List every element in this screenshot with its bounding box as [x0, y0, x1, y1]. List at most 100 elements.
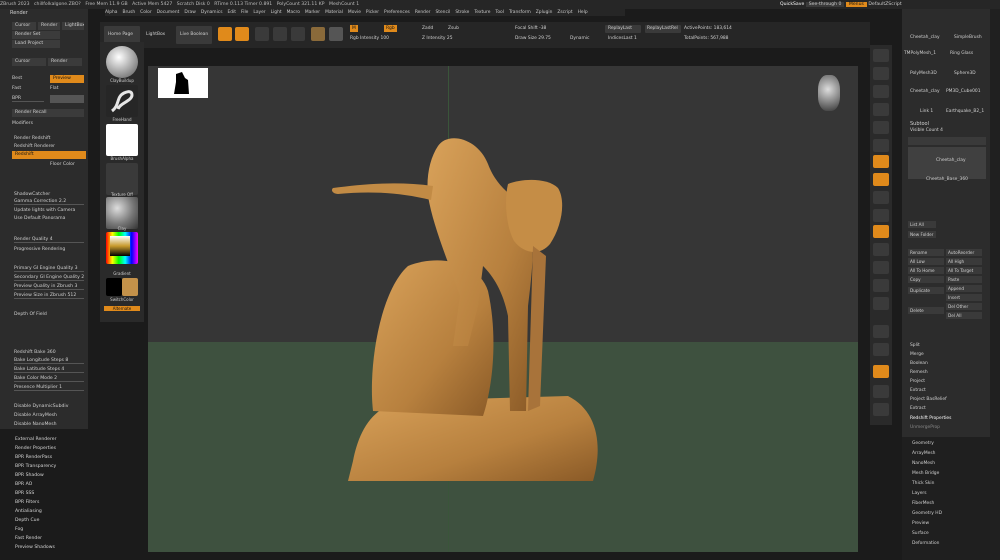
- list-item[interactable]: BPR AO: [15, 482, 32, 487]
- menu-movie[interactable]: Movie: [348, 10, 361, 15]
- alternate-button[interactable]: Alternate: [104, 306, 140, 311]
- rgb-intensity-slider[interactable]: Rgb Intensity 100: [350, 35, 389, 42]
- list-item[interactable]: Preview Shadows: [15, 545, 55, 550]
- menu-macro[interactable]: Macro: [287, 10, 300, 15]
- tool-thumb-label[interactable]: PolyMesh3D: [910, 71, 937, 76]
- deformation-subpalette[interactable]: Deformation: [912, 541, 939, 546]
- load-project-button[interactable]: Load Project: [12, 40, 60, 48]
- menu-color[interactable]: Color: [140, 10, 151, 15]
- color-icon[interactable]: [329, 27, 343, 41]
- zsub-button[interactable]: Zsub: [448, 25, 459, 32]
- actual-icon[interactable]: [873, 121, 889, 134]
- fibermesh-subpalette[interactable]: FiberMesh: [912, 501, 934, 506]
- menu-file[interactable]: File: [241, 10, 248, 15]
- lsym-icon[interactable]: [873, 209, 889, 222]
- z-intensity-slider[interactable]: Z Intensity 25: [422, 35, 453, 42]
- menu-zscript[interactable]: Zscript: [557, 10, 572, 15]
- bpr-icon[interactable]: [873, 49, 889, 62]
- solo-icon[interactable]: [873, 365, 889, 378]
- subtool-item[interactable]: Cheetah_Base_360: [926, 177, 968, 182]
- arraymesh-subpalette[interactable]: ArrayMesh: [912, 451, 935, 456]
- default-panorama-toggle[interactable]: Use Default Panorama: [14, 215, 65, 222]
- rotate-view-icon[interactable]: [873, 297, 889, 310]
- menu-layer[interactable]: Layer: [253, 10, 265, 15]
- render-redshift-item[interactable]: Render Redshift: [14, 135, 50, 142]
- alpha-icon[interactable]: [106, 124, 138, 156]
- preview-button[interactable]: Preview: [50, 75, 84, 83]
- bpr-preview[interactable]: [50, 95, 84, 103]
- cheetah-sculpture[interactable]: [148, 66, 858, 552]
- autoreorder-button[interactable]: AutoReorder: [946, 249, 982, 256]
- bpr-slider[interactable]: BPR: [10, 95, 46, 102]
- project-section[interactable]: Project: [910, 379, 925, 384]
- live-boolean-button[interactable]: Live Boolean: [180, 30, 208, 40]
- scroll-icon[interactable]: [873, 85, 889, 98]
- new-folder-button[interactable]: New Folder: [908, 231, 936, 238]
- transp-icon[interactable]: [873, 343, 889, 356]
- menu-stroke[interactable]: Stroke: [455, 10, 469, 15]
- merge-section[interactable]: Merge: [910, 352, 924, 357]
- surface-subpalette[interactable]: Surface: [912, 531, 929, 536]
- move-icon[interactable]: [255, 27, 269, 41]
- floor-icon[interactable]: [873, 173, 889, 186]
- depth-of-field-label[interactable]: Depth Of Field: [14, 311, 47, 318]
- render-set-button[interactable]: Render Set: [12, 31, 60, 39]
- geometry-subpalette[interactable]: Geometry: [912, 441, 934, 446]
- all-to-target-button[interactable]: All To Target: [946, 267, 982, 274]
- delete-button[interactable]: Delete: [908, 307, 944, 314]
- focal-shift-slider[interactable]: Focal Shift -38: [515, 25, 546, 32]
- menu-render[interactable]: Render: [415, 10, 431, 15]
- primary-gi-slider[interactable]: Primary GI Engine Quality 3: [12, 265, 86, 272]
- zscript-label[interactable]: DefaultZScript: [868, 2, 901, 7]
- tool-thumb-label[interactable]: Ring Glass: [950, 51, 973, 56]
- main-color-swatch[interactable]: [106, 278, 122, 296]
- gamma-slider[interactable]: Gamma Correction 2.2: [12, 198, 86, 205]
- disable-arraymesh-toggle[interactable]: Disable ArrayMesh: [14, 412, 57, 419]
- indices-last-slider[interactable]: IndicesLast 1: [608, 35, 637, 42]
- menu-document[interactable]: Document: [157, 10, 180, 15]
- list-item[interactable]: BPR RenderPass: [15, 455, 52, 460]
- spix-icon[interactable]: [873, 67, 889, 80]
- extract-section-2[interactable]: Extract: [910, 406, 926, 411]
- tool-thumb-label[interactable]: Cheetah_clay: [910, 35, 940, 40]
- list-item[interactable]: Fast Render: [15, 536, 42, 541]
- document-canvas[interactable]: [148, 66, 858, 552]
- right-scrollbar[interactable]: [990, 9, 1000, 560]
- aahalf-icon[interactable]: [873, 139, 889, 152]
- redshift-properties-section[interactable]: Redshift Properties: [910, 416, 951, 421]
- insert-button[interactable]: Insert: [946, 294, 982, 301]
- bake-latitude-slider[interactable]: Bake Latitude Steps 4: [12, 366, 86, 373]
- stroke-freehand-icon[interactable]: [106, 85, 138, 117]
- all-to-home-button[interactable]: All To Home: [908, 267, 944, 274]
- edit-icon[interactable]: [218, 27, 232, 41]
- menu-alpha[interactable]: Alpha: [105, 10, 117, 15]
- xyz-icon[interactable]: [873, 225, 889, 238]
- unmerge-prop-section[interactable]: UnmergeProp: [910, 425, 940, 430]
- zadd-button[interactable]: Zadd: [422, 25, 433, 32]
- menu-edit[interactable]: Edit: [228, 10, 237, 15]
- menu-marker[interactable]: Marker: [305, 10, 320, 15]
- del-other-button[interactable]: Del Other: [946, 303, 982, 310]
- see-through-slider[interactable]: See-through 0: [805, 2, 845, 7]
- menu-preferences[interactable]: Preferences: [384, 10, 410, 15]
- color-picker-icon[interactable]: [106, 232, 138, 264]
- render-go-button[interactable]: Render: [48, 58, 82, 66]
- tool-thumb-label[interactable]: Cheetah_clay: [910, 89, 940, 94]
- menu-transform[interactable]: Transform: [509, 10, 531, 15]
- best-label[interactable]: Best: [12, 75, 22, 82]
- quicksave-button[interactable]: QuickSave: [780, 2, 804, 7]
- mesh-bridge-subpalette[interactable]: Mesh Bridge: [912, 471, 939, 476]
- local-icon[interactable]: [873, 191, 889, 204]
- material-icon[interactable]: [311, 27, 325, 41]
- zoom3d-icon[interactable]: [873, 279, 889, 292]
- append-button[interactable]: Append: [946, 285, 982, 292]
- render-quality-slider[interactable]: Render Quality 4: [12, 236, 86, 243]
- dynamic-button[interactable]: Dynamic: [570, 35, 589, 42]
- tool-thumb-label[interactable]: Sphere3D: [954, 71, 976, 76]
- redshift-renderer-item[interactable]: Redshift Renderer: [14, 143, 55, 150]
- zoom-icon[interactable]: [873, 103, 889, 116]
- mrgb-button[interactable]: M: [350, 25, 358, 32]
- boolean-section[interactable]: Boolean: [910, 361, 928, 366]
- draw-size-slider[interactable]: Draw Size 29.75: [515, 35, 551, 42]
- split-section[interactable]: Split: [910, 343, 920, 348]
